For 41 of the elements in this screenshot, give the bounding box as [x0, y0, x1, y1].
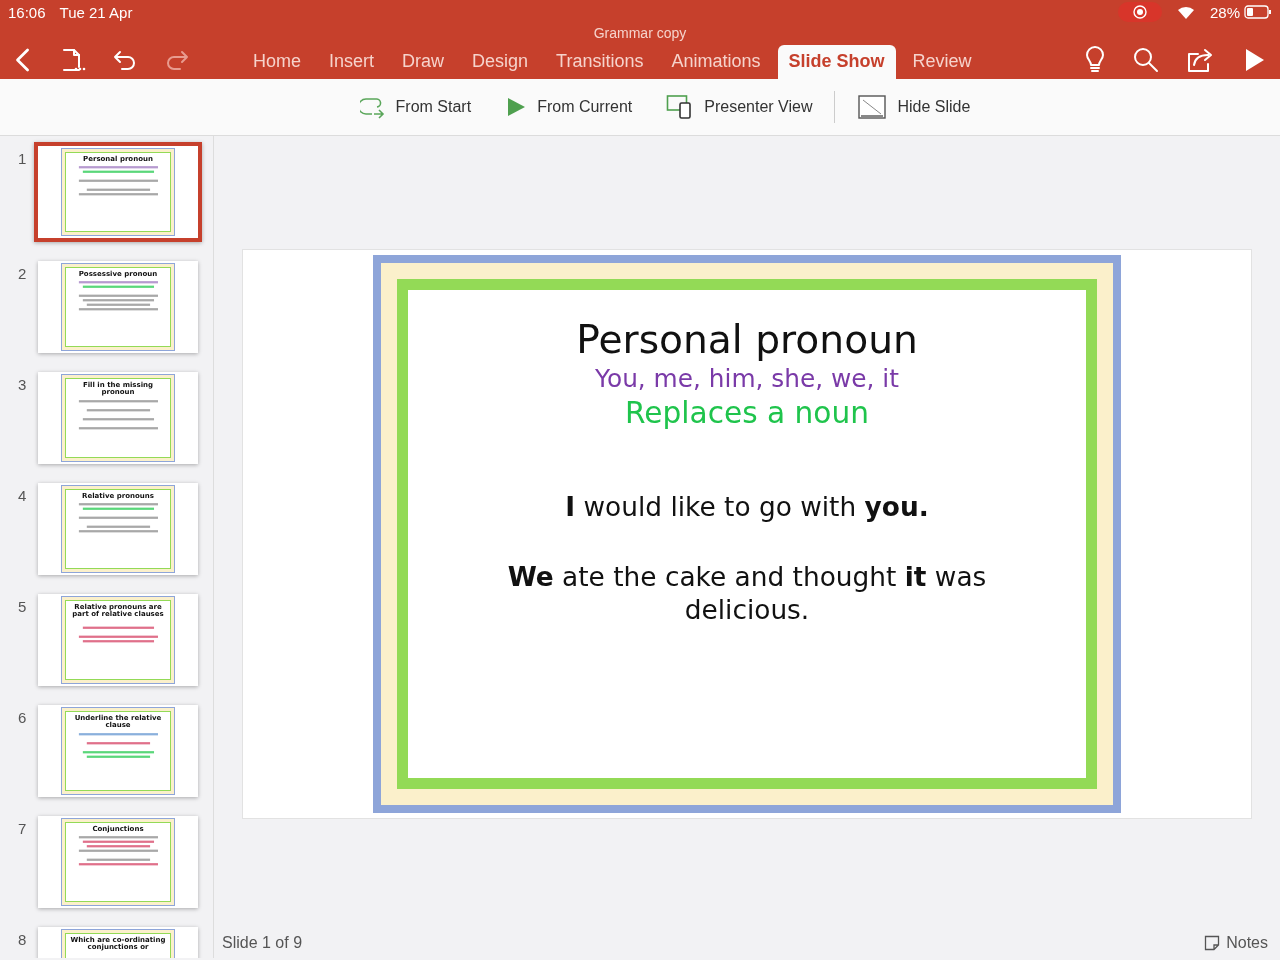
ribbon-tab[interactable]: Slide Show: [777, 45, 896, 79]
slide-counter: Slide 1 of 9: [222, 934, 303, 952]
loop-arrow-icon: [359, 95, 386, 119]
slide-text: Personal pronoun: [576, 316, 918, 365]
screen-recording-indicator: [1117, 2, 1162, 22]
slide-number: 3: [18, 376, 28, 393]
slide-number: 4: [18, 487, 28, 504]
document-icon[interactable]: [60, 47, 86, 73]
note-icon: [1204, 935, 1221, 951]
slide-text: I would like to go with you.: [565, 490, 929, 524]
lightbulb-icon[interactable]: [1084, 46, 1106, 74]
slide-number: 2: [18, 265, 28, 282]
ribbon-tab[interactable]: Home: [242, 45, 312, 79]
wifi-icon: [1175, 4, 1196, 20]
hidden-slide-icon: [857, 94, 888, 120]
document-title: Grammar copy: [593, 25, 687, 41]
ribbon-tab[interactable]: Draw: [391, 45, 456, 79]
slide-number: 5: [18, 598, 28, 615]
status-time: 16:06: [8, 3, 46, 21]
ribbon-button[interactable]: From Start: [347, 91, 484, 123]
ribbon-tab[interactable]: Transitions: [545, 45, 655, 79]
undo-icon[interactable]: [112, 48, 138, 72]
notes-button[interactable]: Notes: [1198, 933, 1274, 953]
slide-number: 1: [18, 150, 28, 167]
search-icon[interactable]: [1132, 46, 1160, 74]
ribbon-tab[interactable]: Design: [461, 45, 540, 79]
battery-percentage: 28%: [1209, 3, 1240, 21]
ribbon-tab[interactable]: Animations: [660, 45, 772, 79]
slide-text: We ate the cake and thought it was delicious.: [506, 560, 988, 627]
ribbon-tab[interactable]: Review: [901, 45, 983, 79]
ribbon-button[interactable]: Presenter View: [654, 90, 825, 124]
status-date: Tue 21 Apr: [59, 3, 133, 21]
battery-icon: [1244, 5, 1272, 19]
slide-number: 7: [18, 820, 28, 837]
slide-number: 8: [18, 931, 28, 948]
slide-text: Replaces a noun: [625, 395, 869, 433]
ribbon-button[interactable]: Hide Slide: [845, 90, 983, 124]
ribbon-tab[interactable]: Insert: [318, 45, 386, 79]
slide-number: 6: [18, 709, 28, 726]
ribbon-button[interactable]: From Current: [493, 92, 645, 122]
slide-text: You, me, him, she, we, it: [595, 364, 899, 396]
